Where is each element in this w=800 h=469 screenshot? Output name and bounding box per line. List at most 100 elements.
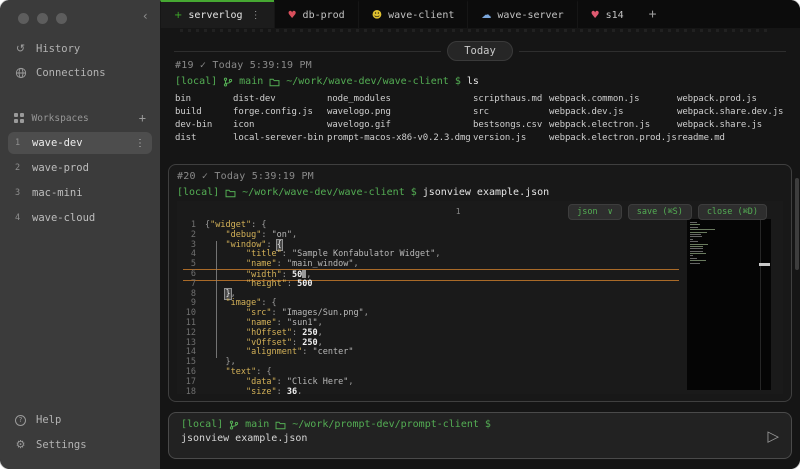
save-button[interactable]: save (⌘S) [628, 204, 692, 220]
tab-s14[interactable]: ♥s14 [577, 0, 637, 28]
mode-select[interactable]: json ∨ [568, 204, 622, 220]
workspace-menu-icon[interactable]: ⋮ [135, 138, 145, 149]
minimize-window-button[interactable] [37, 13, 48, 24]
ls-entry: local-serever-bin [233, 132, 327, 145]
prompt-dollar: $ [411, 187, 417, 198]
sidebar: ‹ ↺HistoryConnections Workspaces + 1wave… [0, 0, 160, 469]
sidebar-nav: ↺HistoryConnections [0, 36, 160, 85]
help-icon: ? [15, 415, 26, 426]
code-segment: { [277, 240, 282, 250]
zoom-window-button[interactable] [56, 13, 67, 24]
ls-entry: version.js [473, 132, 549, 145]
code-segment: , [231, 289, 236, 299]
workspace-label: wave-cloud [32, 212, 95, 224]
tab-wave-client[interactable]: ☻wave-client [358, 0, 468, 28]
input-prompt: [local]main~/work/prompt-dev/prompt-clie… [181, 419, 779, 430]
add-workspace-button[interactable]: + [139, 111, 146, 125]
send-icon[interactable]: ▷ [767, 427, 779, 445]
ls-entry: webpack.share.js [677, 119, 790, 132]
code-segment: : [287, 279, 297, 289]
code-segment: "main_window" [287, 259, 354, 269]
workspace-index: 4 [15, 213, 24, 223]
code-segment: : [277, 387, 287, 394]
command-input-box[interactable]: [local]main~/work/prompt-dev/prompt-clie… [168, 412, 792, 459]
workspace-item-mac-mini[interactable]: 3mac-mini [8, 182, 152, 204]
ls-entry: readme.md [677, 132, 790, 145]
code-segment [205, 308, 246, 318]
minimap [687, 219, 771, 390]
ls-entry: src [473, 106, 549, 119]
sidebar-footer: ? Help ⚙Settings [0, 408, 160, 469]
code-segment: : [292, 328, 302, 338]
code-segment: "height" [246, 279, 287, 289]
code-segment: : [277, 318, 287, 328]
close-button[interactable]: close (⌘D) [698, 204, 767, 220]
workspace-item-wave-dev[interactable]: 1wave-dev⋮ [8, 132, 152, 154]
gear-icon: ⚙ [14, 438, 27, 451]
tab-serverlog[interactable]: +serverlog⋮ [160, 0, 274, 28]
code-segment: : [266, 240, 276, 250]
ls-entry: wavelogo.gif [327, 119, 473, 132]
tab-menu-icon[interactable]: ⋮ [251, 10, 261, 21]
ls-entry: scripthaus.md [473, 93, 549, 106]
heart-icon: ♥ [288, 10, 297, 21]
new-tab-button[interactable]: + [637, 0, 669, 28]
workspaces-header: Workspaces + [0, 107, 160, 129]
ls-entry: prompt-macos-x86-v0.2.3.dmg [327, 132, 473, 145]
code-line: 7 "height": 500 [183, 280, 679, 290]
code-segment: , [353, 259, 358, 269]
code-segment: : [261, 230, 271, 240]
code-segment: : [272, 308, 282, 318]
tab-db-prod[interactable]: ♥ db-prod [274, 0, 358, 28]
tab-bar: +serverlog⋮ ♥ db-prod ☻wave-client☁wave-ser… [160, 0, 800, 28]
scrolled-content-remnant [180, 29, 770, 32]
sidebar-item-help[interactable]: ? Help [0, 408, 160, 432]
code-segment: : { [261, 298, 276, 308]
tab-label: s14 [606, 10, 624, 21]
sidebar-collapse-icon[interactable]: ‹ [142, 9, 149, 23]
sidebar-item-connections[interactable]: Connections [0, 61, 160, 85]
globe-icon [14, 67, 27, 79]
block-20-header: #20 ✓ Today 5:39:19 PM [177, 171, 783, 182]
check-icon: ✓ [200, 60, 206, 71]
ls-entry: webpack.common.js [549, 93, 677, 106]
code-segment: "data" [246, 377, 277, 387]
code-segment: , [364, 308, 369, 318]
sidebar-item-history[interactable]: ↺History [0, 36, 160, 61]
workspace-item-wave-cloud[interactable]: 4 wave-cloud [8, 207, 152, 229]
minimap-scroll-thumb[interactable] [759, 263, 770, 266]
code-segment [205, 230, 225, 240]
main-scrollbar-thumb[interactable] [795, 178, 799, 270]
sidebar-item-label: Help [36, 414, 61, 426]
code-area[interactable]: 1{"widget": {2 "debug": "on",3 "window":… [177, 201, 679, 394]
workspace-index: 1 [15, 138, 24, 148]
workspace-label: mac-mini [32, 187, 83, 199]
sidebar-item-settings[interactable]: ⚙Settings [0, 432, 160, 457]
prompt-host: [local] [177, 187, 219, 198]
command-input-text[interactable]: jsonview example.json [181, 433, 779, 444]
tab-label: db-prod [303, 10, 345, 21]
code-segment: , [318, 328, 323, 338]
prompt-branch: main [245, 419, 269, 430]
code-line-text: "name": "main_window", [205, 260, 359, 270]
chevron-down-icon: ∨ [608, 207, 613, 217]
code-line: 14 "alignment": "center" [183, 348, 679, 358]
prompt-branch: main [239, 76, 263, 87]
window-controls [0, 0, 160, 26]
tab-wave-server[interactable]: ☁wave-server [467, 0, 576, 28]
code-segment: "debug" [225, 230, 261, 240]
workspace-item-wave-prod[interactable]: 2wave-prod [8, 157, 152, 179]
help-icon: ? [14, 415, 27, 426]
close-window-button[interactable] [18, 13, 29, 24]
code-segment: "size" [246, 387, 277, 394]
ls-entry: forge.config.js [233, 106, 327, 119]
ls-entry: webpack.prod.js [677, 93, 790, 106]
code-segment: "title" [246, 249, 282, 259]
code-segment [205, 377, 246, 387]
json-editor[interactable]: 1 json ∨ save (⌘S) close (⌘D) 1{"widget"… [177, 201, 783, 394]
code-segment: "sun1" [287, 318, 318, 328]
code-segment [205, 249, 246, 259]
code-segment [205, 367, 225, 377]
code-segment: }, [205, 357, 236, 367]
command-block-19: #19 ✓ Today 5:39:19 PM [local]main~/work… [175, 60, 790, 145]
